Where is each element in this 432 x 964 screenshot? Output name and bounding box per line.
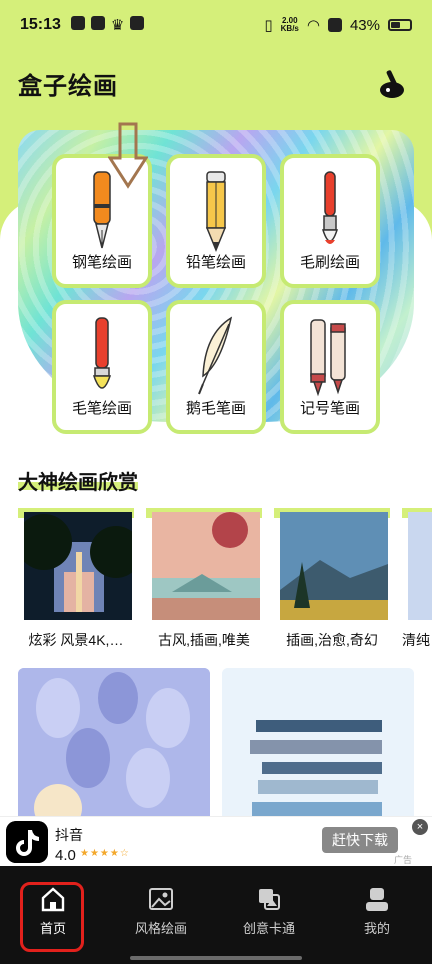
- thumb-frame: [274, 508, 390, 624]
- sim-icon: [327, 18, 342, 32]
- nav-label: 风格绘画: [134, 921, 187, 936]
- ad-download-button[interactable]: 赶快下载: [322, 827, 398, 853]
- tool-card-quill[interactable]: 鹅毛笔画: [166, 300, 266, 434]
- crown-icon: ♛: [110, 17, 125, 34]
- tool-label: 铅笔绘画: [185, 254, 246, 271]
- active-nav-highlight: [20, 882, 84, 952]
- thumb-frame: [402, 508, 432, 624]
- tool-card-brush[interactable]: 毛刷绘画: [280, 154, 380, 288]
- tool-label: 毛笔绘画: [71, 400, 132, 417]
- battery-icon: [388, 19, 412, 31]
- ad-banner[interactable]: 抖音 4.0 ★★★★☆ 赶快下载 × 广告: [0, 816, 432, 866]
- wifi-icon: ◠: [306, 17, 320, 34]
- user-icon: [366, 888, 388, 911]
- gallery-item[interactable]: 插画,治愈,奇幻: [274, 508, 390, 650]
- ad-tag: 广告: [394, 855, 413, 865]
- status-time: 15:13: [20, 16, 61, 33]
- vibrate-icon: ▯: [264, 17, 273, 34]
- douyin-app-icon: [6, 821, 48, 863]
- gallery-item[interactable]: 清纯: [402, 508, 432, 650]
- nav-label: 创意卡通: [242, 921, 295, 936]
- tool-label: 鹅毛笔画: [185, 400, 246, 417]
- tool-label: 毛刷绘画: [299, 254, 360, 271]
- tool-label: 钢笔绘画: [71, 254, 132, 271]
- nav-label: 我的: [363, 921, 390, 936]
- status-right: ▯ 2.00 KB/s ◠ 43%: [264, 16, 412, 34]
- tool-card-pencil[interactable]: 铅笔绘画: [166, 154, 266, 288]
- notification-icons: ♛: [70, 16, 145, 34]
- tool-card-marker[interactable]: 记号笔画: [280, 300, 380, 434]
- ad-close-icon[interactable]: ×: [412, 819, 428, 835]
- play-notification-icon: [90, 16, 105, 30]
- gesture-home-indicator[interactable]: [130, 956, 302, 960]
- cartoon-icon: [259, 889, 280, 910]
- gallery-thumbnail: [24, 512, 132, 620]
- gallery-caption: 古风,插画,唯美: [158, 632, 250, 648]
- paintbrush-logo-icon[interactable]: [376, 66, 410, 100]
- pencil-icon: [205, 171, 227, 252]
- status-bar: 15:13 ♛ ▯ 2.00 KB/s ◠ 43%: [0, 0, 432, 50]
- brush-icon: [321, 171, 339, 244]
- feed-card[interactable]: [222, 668, 414, 828]
- gallery-item[interactable]: 炫彩 风景4K,…: [18, 508, 134, 650]
- ad-stars: ★★★★☆: [80, 848, 130, 859]
- battery-text: 43%: [349, 16, 380, 34]
- net-speed-unit: KB/s: [280, 24, 299, 33]
- app-title: 盒子绘画: [18, 73, 118, 100]
- feed-card-image: [18, 668, 210, 828]
- gallery-thumbnail: [280, 512, 388, 620]
- thumb-frame: [18, 508, 134, 624]
- ad-rating: 4.0: [55, 847, 76, 864]
- gallery-caption: 炫彩 风景4K,…: [28, 632, 124, 648]
- feed-card-image: [222, 668, 414, 828]
- tool-label: 记号笔画: [299, 400, 360, 417]
- ad-app-name: 抖音: [55, 827, 83, 843]
- gallery-caption: 插画,治愈,奇幻: [286, 632, 378, 648]
- down-arrow-icon: [108, 122, 148, 189]
- mail-notification-icon: [130, 16, 145, 30]
- gallery-thumbnail: [408, 512, 432, 620]
- gallery-caption: 清纯: [402, 632, 430, 648]
- net-speed: 2.00 KB/s: [281, 17, 299, 33]
- quill-icon: [198, 316, 233, 395]
- image-icon: [149, 888, 173, 910]
- marker-icon: [310, 319, 346, 397]
- thumb-frame: [146, 508, 262, 624]
- nav-item-mine[interactable]: 我的: [332, 886, 422, 937]
- tool-card-calligraphy-brush[interactable]: 毛笔绘画: [52, 300, 152, 434]
- gallery-section-title: 大神绘画欣赏: [18, 472, 138, 494]
- feed-card[interactable]: [18, 668, 210, 828]
- nav-item-style-painting[interactable]: 风格绘画: [116, 886, 206, 937]
- nav-item-creative-cartoon[interactable]: 创意卡通: [224, 886, 314, 937]
- app-notification-icon: [70, 16, 85, 30]
- gallery-item[interactable]: 古风,插画,唯美: [146, 508, 262, 650]
- gallery-thumbnail: [152, 512, 260, 620]
- calligraphy-brush-icon: [92, 317, 112, 389]
